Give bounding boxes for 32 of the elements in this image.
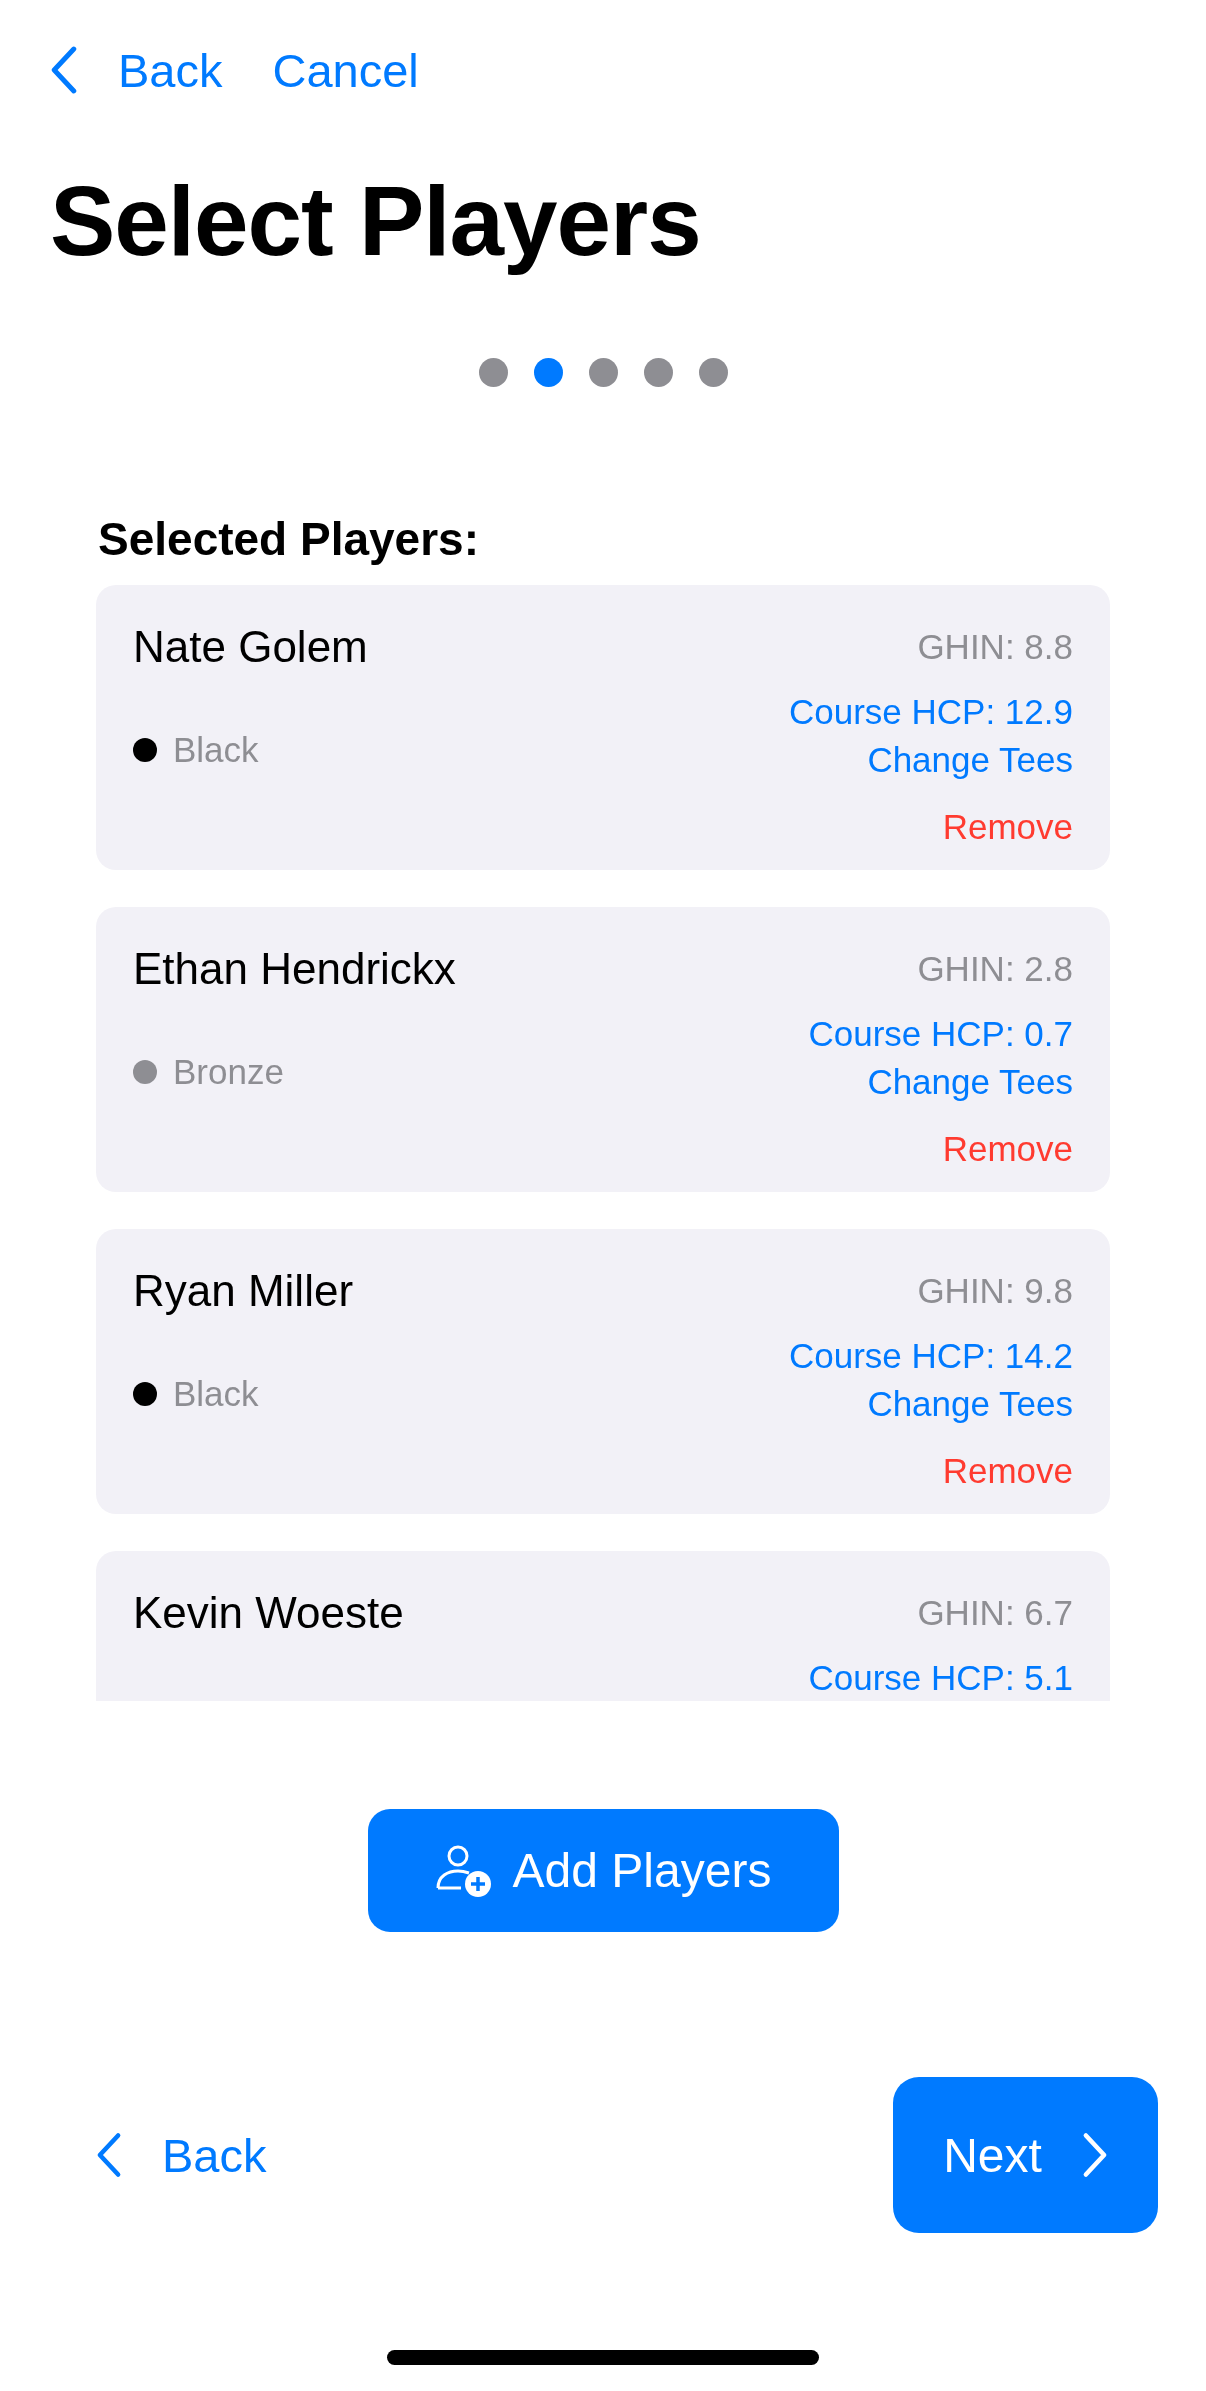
page-title: Select Players: [50, 166, 702, 276]
add-person-icon: [434, 1843, 493, 1898]
ghin-label: GHIN: 2.8: [916, 947, 1073, 990]
remove-link[interactable]: Remove: [942, 1124, 1073, 1173]
course-hcp-link[interactable]: Course HCP: 0.7: [808, 1010, 1073, 1058]
remove-link[interactable]: Remove: [942, 1446, 1073, 1495]
ghin-label: GHIN: 8.8: [916, 625, 1073, 668]
ghin-label: GHIN: 6.7: [916, 1591, 1073, 1634]
back-button[interactable]: Back: [50, 42, 223, 98]
tee-label: Bronze: [173, 1052, 284, 1092]
change-tees-link[interactable]: Change Tees: [867, 1058, 1073, 1106]
section-title: Selected Players:: [98, 512, 480, 567]
change-tees-link[interactable]: Change Tees: [867, 736, 1073, 784]
remove-link[interactable]: Remove: [942, 802, 1073, 851]
add-players-button[interactable]: Add Players: [367, 1809, 839, 1932]
tee-label: Black: [173, 1374, 259, 1414]
next-button[interactable]: Next: [893, 2077, 1158, 2233]
course-hcp-link[interactable]: Course HCP: 5.1: [808, 1654, 1073, 1701]
ghin-label: GHIN: 9.8: [916, 1269, 1073, 1312]
chevron-right-icon: [1081, 2132, 1108, 2178]
change-tees-link[interactable]: Change Tees: [867, 1380, 1073, 1428]
player-name: Kevin Woeste: [133, 1586, 405, 1639]
tee-label: Black: [173, 730, 259, 770]
cancel-button[interactable]: Cancel: [272, 42, 419, 98]
course-hcp-link[interactable]: Course HCP: 14.2: [788, 1332, 1073, 1380]
player-name: Nate Golem: [133, 620, 369, 673]
chevron-left-icon: [96, 2132, 122, 2178]
back-button[interactable]: Back: [96, 2127, 267, 2183]
player-name: Ethan Hendrickx: [133, 942, 457, 995]
player-name: Ryan Miller: [133, 1264, 355, 1317]
course-hcp-link[interactable]: Course HCP: 12.9: [788, 688, 1073, 736]
chevron-left-icon: [50, 46, 78, 94]
